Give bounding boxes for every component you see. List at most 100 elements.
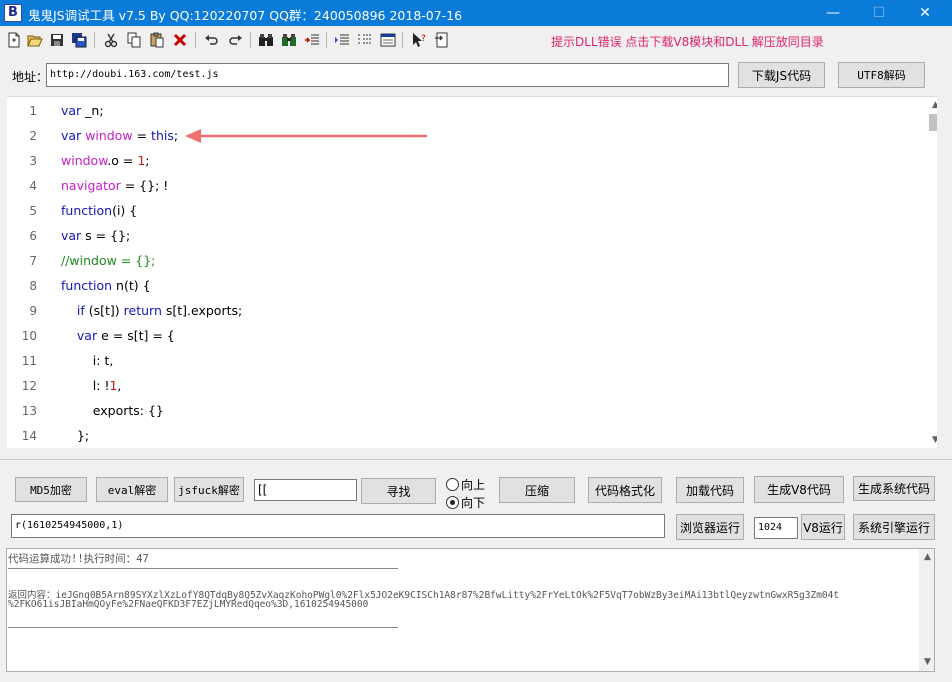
radio-down-label: 向下 bbox=[461, 495, 486, 510]
delete-icon[interactable] bbox=[170, 30, 190, 50]
eval-decrypt-button[interactable]: eval解密 bbox=[96, 477, 168, 502]
load-code-button[interactable]: 加载代码 bbox=[676, 477, 744, 503]
code-line[interactable]: 6 var s = {}; bbox=[7, 224, 919, 249]
line-number: 8 bbox=[29, 279, 37, 293]
app-icon: B bbox=[4, 4, 22, 22]
code-line[interactable]: 7 //window = {}; bbox=[7, 249, 919, 274]
line-number: 14 bbox=[21, 429, 37, 443]
scroll-thumb[interactable] bbox=[929, 114, 937, 131]
replace-icon[interactable] bbox=[302, 30, 322, 50]
new-file-icon[interactable] bbox=[4, 30, 24, 50]
close-button[interactable]: ✕ bbox=[902, 0, 948, 26]
radio-on-icon bbox=[446, 495, 459, 509]
dll-hint-link[interactable]: 提示DLL错误 点击下载V8模块和DLL 解压放同目录 bbox=[551, 33, 824, 50]
toolbar-separator bbox=[402, 32, 403, 48]
paste-icon[interactable] bbox=[147, 30, 167, 50]
line-number: 6 bbox=[29, 229, 37, 243]
search-input[interactable]: [[ bbox=[254, 479, 357, 501]
md5-encrypt-button[interactable]: MD5加密 bbox=[15, 477, 87, 502]
code-text: var e = s[t] = { bbox=[76, 328, 175, 343]
code-line[interactable]: 9 if (s[t]) return s[t].exports; bbox=[7, 299, 919, 324]
cut-icon[interactable] bbox=[101, 30, 121, 50]
code-text: var s = {}; bbox=[61, 228, 131, 243]
window-title: 鬼鬼JS调试工具 v7.5 By QQ:120220707 QQ群：240050… bbox=[28, 8, 463, 23]
system-engine-run-button[interactable]: 系统引擎运行 bbox=[853, 514, 935, 540]
jsfuck-decrypt-button[interactable]: jsfuck解密 bbox=[174, 477, 244, 502]
line-number: 9 bbox=[29, 304, 37, 318]
generate-v8-button[interactable]: 生成V8代码 bbox=[754, 476, 844, 503]
code-line[interactable]: 14 }; bbox=[7, 424, 919, 448]
output-panel[interactable]: 代码运算成功!!执行时间：47 返回内容：ieJGnq0B5Arn89SYXzl… bbox=[6, 548, 935, 672]
help-pointer-icon[interactable]: ? bbox=[409, 30, 429, 50]
toolbar: ? 提示DLL错误 点击下载V8模块和DLL 解压放同目录 bbox=[0, 26, 952, 54]
code-line[interactable]: 11 i: t, bbox=[7, 349, 919, 374]
scroll-down-icon[interactable]: ▼ bbox=[919, 654, 934, 671]
address-label: 地址： bbox=[12, 70, 49, 84]
indent-icon[interactable] bbox=[332, 30, 352, 50]
radio-up-label: 向上 bbox=[461, 477, 486, 492]
line-number: 10 bbox=[21, 329, 37, 343]
minimize-button[interactable]: — bbox=[810, 0, 856, 26]
code-line[interactable]: 13 exports: {} bbox=[7, 399, 919, 424]
line-number: 3 bbox=[29, 154, 37, 168]
find-next-icon[interactable] bbox=[279, 30, 299, 50]
find-button[interactable]: 寻找 bbox=[361, 478, 436, 504]
code-text: }; bbox=[61, 428, 90, 443]
browser-run-button[interactable]: 浏览器运行 bbox=[676, 514, 744, 540]
output-scrollbar[interactable]: ▲ ▼ bbox=[919, 549, 934, 671]
search-up-radio[interactable]: 向上 bbox=[446, 476, 485, 492]
address-input[interactable]: http://doubi.163.com/test.js bbox=[46, 63, 729, 87]
toolbar-separator bbox=[250, 32, 251, 48]
generate-system-button[interactable]: 生成系统代码 bbox=[853, 476, 935, 501]
output-separator bbox=[8, 568, 398, 569]
code-line[interactable]: 10 var e = s[t] = { bbox=[7, 324, 919, 349]
line-number: 4 bbox=[29, 179, 37, 193]
maximize-button[interactable]: ☐ bbox=[856, 0, 902, 26]
code-text: var window = this; bbox=[61, 128, 179, 143]
scroll-up-icon[interactable]: ▲ bbox=[927, 97, 937, 114]
code-line[interactable]: 1 var _n; bbox=[7, 99, 919, 124]
line-number: 13 bbox=[21, 404, 37, 418]
code-line[interactable]: 4 navigator = {}; ! bbox=[7, 174, 919, 199]
scroll-down-icon[interactable]: ▼ bbox=[927, 432, 937, 448]
undo-icon[interactable] bbox=[202, 30, 222, 50]
code-line[interactable]: 2 var window = this; bbox=[7, 124, 919, 149]
scroll-up-icon[interactable]: ▲ bbox=[919, 549, 934, 566]
command-input[interactable]: r(1610254945000,1) bbox=[11, 514, 665, 538]
redo-icon[interactable] bbox=[225, 30, 245, 50]
window-icon[interactable] bbox=[378, 30, 398, 50]
line-number: 11 bbox=[21, 354, 37, 368]
code-line[interactable]: 5 function(i) { bbox=[7, 199, 919, 224]
line-number: 12 bbox=[21, 379, 37, 393]
code-line[interactable]: 8 function n(t) { bbox=[7, 274, 919, 299]
save-all-icon[interactable] bbox=[69, 30, 89, 50]
v8-memory-input[interactable]: 1024 bbox=[754, 517, 798, 539]
save-icon[interactable] bbox=[47, 30, 67, 50]
output-separator bbox=[8, 627, 398, 628]
toolbar-separator bbox=[326, 32, 327, 48]
compress-button[interactable]: 压缩 bbox=[499, 477, 575, 503]
code-line[interactable]: 12 l: !1, bbox=[7, 374, 919, 399]
v8-run-button[interactable]: V8运行 bbox=[801, 514, 845, 540]
code-text: l: !1, bbox=[61, 378, 122, 393]
find-icon[interactable] bbox=[256, 30, 276, 50]
export-icon[interactable] bbox=[432, 30, 452, 50]
format-code-button[interactable]: 代码格式化 bbox=[588, 477, 662, 503]
format-list-icon[interactable] bbox=[355, 30, 375, 50]
editor-scrollbar[interactable]: ▲ ▼ bbox=[927, 97, 937, 448]
code-editor[interactable]: 1 var _n; 2 var window = this; 3 window.o = 1… bbox=[7, 96, 937, 448]
open-folder-icon[interactable] bbox=[25, 30, 45, 50]
code-text: exports: {} bbox=[61, 403, 164, 418]
download-js-button[interactable]: 下载JS代码 bbox=[738, 62, 825, 88]
radio-off-icon bbox=[446, 477, 459, 491]
code-text: function(i) { bbox=[61, 203, 138, 218]
arrow-annotation bbox=[185, 129, 427, 143]
code-line[interactable]: 3 window.o = 1; bbox=[7, 149, 919, 174]
line-number: 2 bbox=[29, 129, 37, 143]
utf8-decode-button[interactable]: UTF8解码 bbox=[838, 62, 925, 88]
code-text: var _n; bbox=[61, 103, 104, 118]
code-text: window.o = 1; bbox=[61, 153, 150, 168]
result-line-2: %2FKO61isJBIaHmQOyFe%2FNaeQFKD3F7EZjLMYR… bbox=[8, 599, 369, 610]
copy-icon[interactable] bbox=[124, 30, 144, 50]
search-down-radio[interactable]: 向下 bbox=[446, 494, 485, 510]
